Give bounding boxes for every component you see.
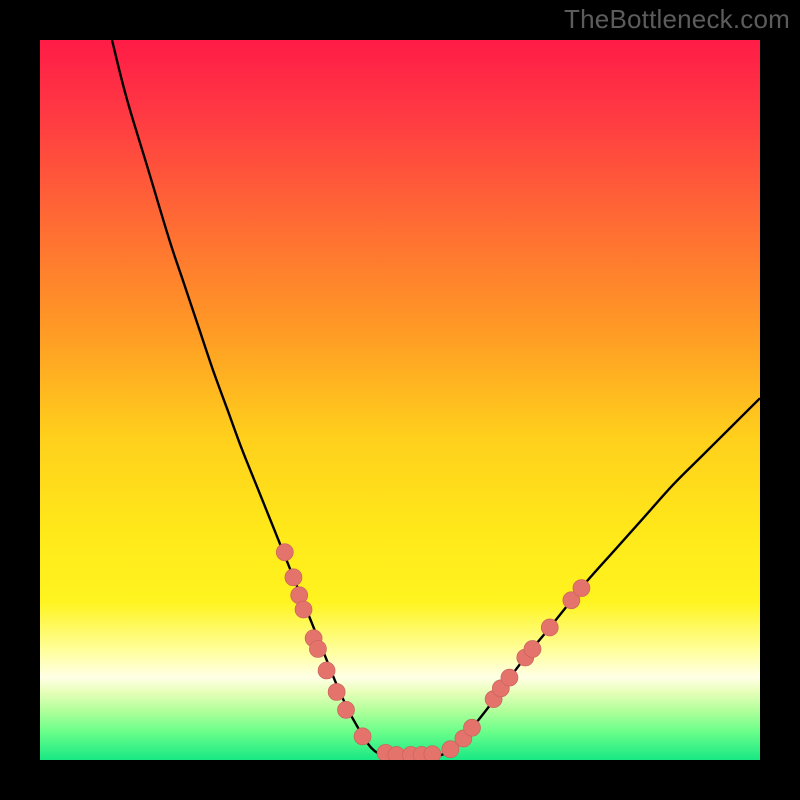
scatter-point [354,728,371,745]
scatter-point [309,640,326,657]
plot-area [40,40,760,760]
scatter-point [541,619,558,636]
scatter-point [328,683,345,700]
chart-svg [40,40,760,760]
scatter-point [464,719,481,736]
scatter-point [318,662,335,679]
scatter-point [295,601,312,618]
scatter-point [276,544,293,561]
scatter-point [501,669,518,686]
scatter-point [338,701,355,718]
chart-frame: TheBottleneck.com [0,0,800,800]
gradient-background [40,40,760,760]
scatter-point [573,580,590,597]
scatter-point [424,746,441,760]
scatter-point [524,640,541,657]
scatter-point [285,569,302,586]
watermark-text: TheBottleneck.com [564,4,790,35]
